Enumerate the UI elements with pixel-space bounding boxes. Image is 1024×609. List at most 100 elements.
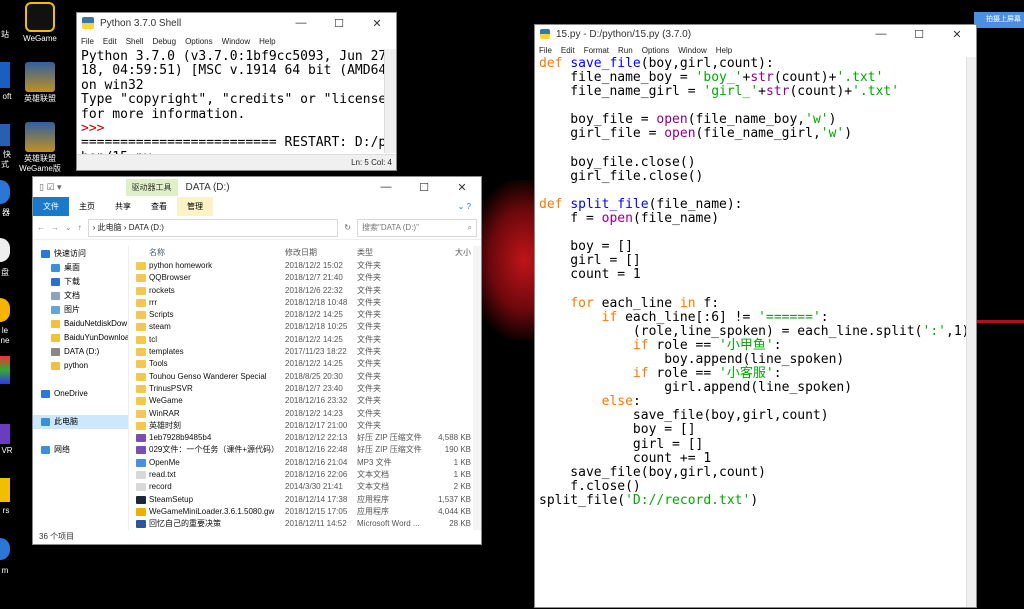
table-row[interactable]: Scripts 2018/12/2 14:25 文件夹 (133, 309, 479, 321)
file-size (427, 358, 471, 370)
tab-view[interactable]: 查看 (141, 197, 177, 216)
lol-desktop-icon[interactable]: 英雄联盟 (18, 62, 62, 104)
explorer-window[interactable]: ▯ ☑ ▾ 驱动器工具 DATA (D:) — ☐ ✕ 文件 主页 共享 查看 … (32, 176, 482, 545)
forward-icon[interactable]: → (51, 223, 59, 232)
shell-scrollbar[interactable] (384, 49, 396, 153)
menu-item[interactable]: Help (716, 46, 732, 55)
table-row[interactable]: 回忆自己的重要决策 2018/12/11 14:52 Microsoft Word … (133, 518, 479, 530)
menu-item[interactable]: Shell (126, 37, 144, 46)
help-icon[interactable]: ⌄ ? (448, 197, 481, 216)
nav-item[interactable]: 文档 (33, 289, 128, 303)
wegame-desktop-icon[interactable]: WeGame (22, 2, 58, 44)
folder-icon (51, 334, 60, 342)
maximize-button[interactable]: ☐ (900, 28, 938, 41)
table-row[interactable]: read.txt 2018/12/16 22:06 文本文档 1 KB (133, 469, 479, 481)
table-row[interactable]: SteamSetup 2018/12/14 17:38 应用程序 1,537 KB (133, 494, 479, 506)
recent-chevron-icon[interactable]: ⌄ (65, 223, 72, 232)
nav-item[interactable]: 快速访问 (33, 247, 128, 261)
table-row[interactable]: WeGame 2018/12/16 23:32 文件夹 (133, 395, 479, 407)
folder-icon (51, 278, 60, 286)
nav-item[interactable]: OneDrive (33, 387, 128, 401)
menu-item[interactable]: Options (642, 46, 670, 55)
screenshot-notification[interactable]: 拍摄上屏幕 (974, 12, 1024, 28)
editor-window[interactable]: 15.py - D:/python/15.py (3.7.0) — ☐ ✕ Fi… (534, 24, 977, 608)
column-size[interactable]: 大小 (427, 246, 471, 260)
table-row[interactable]: QQBrowser 2018/12/7 21:40 文件夹 (133, 272, 479, 284)
quick-access-toolbar[interactable]: ▯ ☑ ▾ (39, 182, 62, 193)
table-row[interactable]: steam 2018/12/18 10:25 文件夹 (133, 321, 479, 333)
maximize-button[interactable]: ☐ (405, 181, 443, 194)
menu-item[interactable]: File (81, 37, 94, 46)
editor-titlebar[interactable]: 15.py - D:/python/15.py (3.7.0) — ☐ ✕ (535, 25, 976, 43)
file-name-text: 英雄时刻 (149, 420, 181, 430)
menu-item[interactable]: Format (584, 46, 609, 55)
tab-share[interactable]: 共享 (105, 197, 141, 216)
close-button[interactable]: ✕ (938, 28, 976, 41)
maximize-button[interactable]: ☐ (320, 17, 358, 30)
editor-scrollbar[interactable] (966, 57, 976, 607)
menu-item[interactable]: Window (222, 37, 250, 46)
menu-item[interactable]: Help (259, 37, 275, 46)
menu-item[interactable]: Debug (152, 37, 176, 46)
nav-label: python (64, 361, 89, 370)
nav-item[interactable]: 图片 (33, 303, 128, 317)
tab-home[interactable]: 主页 (69, 197, 105, 216)
search-input[interactable]: 搜索"DATA (D:)" ⌕ (357, 218, 477, 237)
file-name-text: SteamSetup (149, 494, 194, 504)
table-row[interactable]: 1eb7928b9485b4 2018/12/12 22:13 好压 ZIP 压缩文… (133, 432, 479, 444)
table-row[interactable]: 029文件：一个任务（课件+源代码） 2018/12/16 22:48 好压 ZIP… (133, 444, 479, 456)
nav-item[interactable]: DATA (D:) (33, 345, 128, 359)
close-button[interactable]: ✕ (443, 181, 481, 194)
python-shell-window[interactable]: Python 3.7.0 Shell — ☐ ✕ File Edit Shell De… (76, 12, 397, 171)
table-row[interactable]: tcl 2018/12/2 14:25 文件夹 (133, 334, 479, 346)
minimize-button[interactable]: — (282, 17, 320, 29)
back-icon[interactable]: ← (37, 223, 45, 232)
address-bar[interactable]: › 此电脑 › DATA (D:) (87, 218, 339, 237)
table-row[interactable]: rrr 2018/12/18 10:48 文件夹 (133, 297, 479, 309)
table-row[interactable]: WeGameMiniLoader.3.6.1.5080.gw 2018/12/15… (133, 506, 479, 518)
tab-file[interactable]: 文件 (33, 197, 69, 216)
table-row[interactable]: Touhou Genso Wanderer Special 2018/8/25 2… (133, 371, 479, 383)
tab-manage[interactable]: 管理 (177, 197, 213, 216)
table-row[interactable]: python homework 2018/12/2 15:02 文件夹 (133, 260, 479, 272)
folder-icon (51, 348, 60, 356)
folder-icon (41, 446, 50, 454)
up-icon[interactable]: ↑ (78, 223, 82, 232)
explorer-titlebar[interactable]: ▯ ☑ ▾ 驱动器工具 DATA (D:) — ☐ ✕ (33, 177, 481, 197)
nav-item[interactable]: BaiduNetdiskDow (33, 317, 128, 331)
file-list-scrollbar[interactable] (473, 246, 481, 530)
minimize-button[interactable]: — (367, 181, 405, 193)
table-row[interactable]: 英雄时刻 2018/12/17 21:00 文件夹 (133, 420, 479, 432)
table-row[interactable]: rockets 2018/12/6 22:32 文件夹 (133, 285, 479, 297)
nav-item[interactable]: python (33, 359, 128, 373)
table-row[interactable]: TrinusPSVR 2018/12/7 23:40 文件夹 (133, 383, 479, 395)
table-row[interactable]: record 2014/3/30 21:41 文本文档 2 KB (133, 481, 479, 493)
nav-item[interactable]: 此电脑 (33, 415, 128, 429)
close-button[interactable]: ✕ (358, 17, 396, 30)
file-name: WeGame (133, 395, 285, 407)
code-editor[interactable]: def save_file(boy,girl,count): file_name… (535, 56, 976, 508)
shell-titlebar[interactable]: Python 3.7.0 Shell — ☐ ✕ (77, 13, 396, 33)
shell-output[interactable]: Python 3.7.0 (v3.7.0:1bf9cc5093, Jun 27 … (77, 49, 396, 166)
menu-item[interactable]: Edit (561, 46, 575, 55)
nav-item[interactable]: 桌面 (33, 261, 128, 275)
nav-item[interactable]: 网络 (33, 443, 128, 457)
refresh-icon[interactable]: ↻ (344, 223, 351, 232)
menu-item[interactable]: Run (618, 46, 633, 55)
table-row[interactable]: templates 2017/11/23 18:22 文件夹 (133, 346, 479, 358)
menu-item[interactable]: Window (678, 46, 706, 55)
column-date[interactable]: 修改日期 (285, 246, 357, 260)
column-type[interactable]: 类型 (357, 246, 427, 260)
column-name[interactable]: 名称 (133, 246, 285, 260)
lol-wegame-desktop-icon[interactable]: 英雄联盟 WeGame版 (14, 122, 66, 174)
file-type: 应用程序 (357, 506, 389, 516)
nav-item[interactable]: 下载 (33, 275, 128, 289)
nav-item[interactable]: BaiduYunDownloa (33, 331, 128, 345)
menu-item[interactable]: Edit (103, 37, 117, 46)
menu-item[interactable]: Options (185, 37, 213, 46)
table-row[interactable]: OpenMe 2018/12/16 21:04 MP3 文件 1 KB (133, 457, 479, 469)
table-row[interactable]: WinRAR 2018/12/2 14:23 文件夹 (133, 408, 479, 420)
table-row[interactable]: Tools 2018/12/2 14:25 文件夹 (133, 358, 479, 370)
minimize-button[interactable]: — (862, 28, 900, 40)
menu-item[interactable]: File (539, 46, 552, 55)
